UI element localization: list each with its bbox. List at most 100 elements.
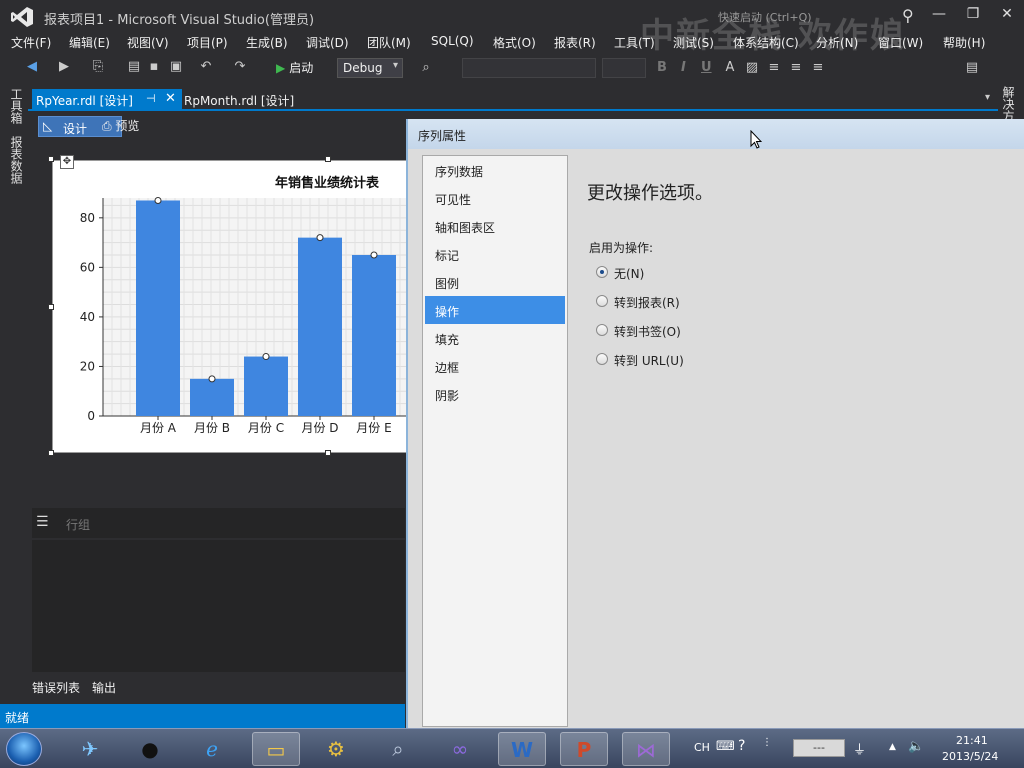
powerpoint-icon[interactable]: P [560, 732, 608, 766]
word-icon[interactable]: W [498, 732, 546, 766]
open-file-icon[interactable]: ▤ [126, 59, 142, 75]
report-design-surface[interactable]: 年销售业绩统计表 0 20 40 60 80 月份 A 月份 B 月份 C 月份 D 月份 E ✥ [32, 140, 412, 502]
radio-goto-bookmark[interactable]: 转到书签(O) [596, 322, 756, 340]
nav-legend[interactable]: 图例 [425, 268, 565, 296]
internet-explorer-icon[interactable]: ℯ [188, 732, 236, 766]
menu-view[interactable]: 视图(V) [127, 34, 169, 51]
radio-goto-url[interactable]: 转到 URL(U) [596, 351, 756, 369]
align-right-icon[interactable]: ≡ [810, 60, 826, 76]
save-icon[interactable]: ▪ [146, 59, 162, 75]
tab-output[interactable]: 输出 [92, 679, 116, 696]
menu-team[interactable]: 团队(M) [367, 34, 411, 51]
radio-goto-report[interactable]: 转到报表(R) [596, 293, 756, 311]
dialog-title-bar[interactable]: 序列属性 [408, 119, 1024, 149]
resize-handle[interactable] [325, 156, 331, 162]
new-project-icon[interactable]: ⎘ [90, 59, 106, 75]
start-debug-button[interactable]: ▶ 启动 [276, 59, 313, 76]
tray-status-box[interactable]: --- [793, 739, 845, 757]
align-left-icon[interactable]: ≡ [766, 60, 782, 76]
italic-button[interactable]: I [681, 60, 686, 75]
close-button[interactable]: ✕ [996, 4, 1018, 24]
minimize-button[interactable]: — [928, 4, 950, 24]
menu-help[interactable]: 帮助(H) [943, 34, 985, 51]
menu-report[interactable]: 报表(R) [554, 34, 596, 51]
resize-handle[interactable] [48, 450, 54, 456]
menu-tools[interactable]: 工具(T) [614, 34, 655, 51]
solution-config-dropdown[interactable]: Debug ▾ [337, 58, 403, 78]
quick-launch-input[interactable]: 快速启动 (Ctrl+Q) [718, 9, 812, 25]
chevron-down-icon[interactable]: ▾ [985, 92, 990, 103]
radio-none[interactable]: 无(N) [596, 264, 756, 282]
menu-edit[interactable]: 编辑(E) [69, 34, 110, 51]
search-icon[interactable]: ⚲ [902, 6, 914, 25]
menu-file[interactable]: 文件(F) [11, 34, 51, 51]
save-all-icon[interactable]: ▣ [168, 59, 184, 75]
menu-debug[interactable]: 调试(D) [306, 34, 349, 51]
power-plug-icon[interactable]: ⏚ [853, 739, 866, 758]
database-tool-icon[interactable]: ⚙ [312, 732, 360, 766]
bar-marker [154, 196, 162, 204]
back-icon[interactable]: ◀ [24, 59, 40, 75]
search-app-icon[interactable]: ⌕ [374, 732, 422, 766]
language-indicator[interactable]: CH [694, 741, 710, 754]
resize-handle[interactable] [325, 450, 331, 456]
toolbox-tab[interactable]: 工具箱 [8, 88, 25, 124]
pin-icon[interactable]: ⊣ [146, 92, 156, 105]
bold-button[interactable]: B [657, 60, 667, 75]
nav-shadow[interactable]: 阴影 [425, 380, 565, 408]
start-button[interactable] [6, 732, 42, 766]
underline-button[interactable]: U [701, 60, 712, 75]
undo-icon[interactable]: ↶ [198, 59, 214, 75]
tray-overflow-icon[interactable]: ⋮ [762, 737, 772, 748]
font-color-icon[interactable]: A [722, 60, 738, 76]
nav-fill[interactable]: 填充 [425, 324, 565, 352]
nav-axes[interactable]: 轴和图表区 [425, 212, 565, 240]
visual-studio-icon[interactable]: ⋈ [622, 732, 670, 766]
menu-bar: 文件(F) 编辑(E) 视图(V) 项目(P) 生成(B) 调试(D) 团队(M… [0, 31, 1024, 53]
list-icon[interactable]: ☰ [36, 514, 49, 530]
bird-app-icon[interactable]: ✈ [66, 732, 114, 766]
infinity-app-icon[interactable]: ∞ [436, 732, 484, 766]
align-center-icon[interactable]: ≡ [788, 60, 804, 76]
qq-icon[interactable]: ● [126, 732, 174, 766]
chart-control[interactable]: 年销售业绩统计表 0 20 40 60 80 月份 A 月份 B 月份 C 月份 D 月份 E [52, 160, 412, 453]
fill-color-icon[interactable]: ▨ [744, 60, 760, 76]
menu-project[interactable]: 项目(P) [187, 34, 228, 51]
clock-date[interactable]: 2013/5/24 [942, 750, 998, 763]
resize-handle[interactable] [48, 304, 54, 310]
restore-button[interactable]: ❐ [962, 4, 984, 24]
menu-build[interactable]: 生成(B) [246, 34, 288, 51]
menu-test[interactable]: 测试(S) [673, 34, 714, 51]
report-format-icon[interactable]: ▤ [964, 60, 980, 76]
clock-time[interactable]: 21:41 [956, 734, 988, 747]
nav-action[interactable]: 操作 [425, 296, 565, 324]
preview-tab-button[interactable]: ⎙ 预览 [102, 117, 139, 134]
resize-handle[interactable] [48, 156, 54, 162]
font-size-combo[interactable] [602, 58, 646, 78]
menu-architecture[interactable]: 体系结构(C) [733, 34, 799, 51]
tab-rpyear[interactable]: RpYear.rdl [设计] ⊣ ✕ [32, 89, 182, 110]
nav-markers[interactable]: 标记 [425, 240, 565, 268]
tab-error-list[interactable]: 错误列表 [32, 679, 80, 696]
tab-rpmonth[interactable]: RpMonth.rdl [设计] [184, 92, 294, 109]
menu-format[interactable]: 格式(O) [493, 34, 536, 51]
keyboard-icon[interactable]: ⌨ [716, 739, 735, 754]
volume-icon[interactable]: 🔈 [908, 739, 924, 754]
redo-icon[interactable]: ↷ [232, 59, 248, 75]
nav-visibility[interactable]: 可见性 [425, 184, 565, 212]
font-name-combo[interactable] [462, 58, 596, 78]
menu-sql[interactable]: SQL(Q) [431, 34, 474, 48]
find-icon[interactable]: ⌕ [418, 60, 434, 76]
help-icon[interactable]: ? [738, 738, 745, 754]
nav-border[interactable]: 边框 [425, 352, 565, 380]
menu-analyze[interactable]: 分析(N) [816, 34, 858, 51]
report-data-tab[interactable]: 报表数据 [8, 136, 25, 184]
radio-indicator [596, 353, 608, 365]
move-icon[interactable]: ✥ [60, 155, 74, 169]
menu-window[interactable]: 窗口(W) [878, 34, 923, 51]
forward-icon[interactable]: ▶ [56, 59, 72, 75]
nav-series-data[interactable]: 序列数据 [425, 156, 565, 184]
folder-icon[interactable]: ▭ [252, 732, 300, 766]
show-hidden-icons[interactable]: ▲ [889, 742, 896, 752]
close-icon[interactable]: ✕ [165, 91, 176, 106]
